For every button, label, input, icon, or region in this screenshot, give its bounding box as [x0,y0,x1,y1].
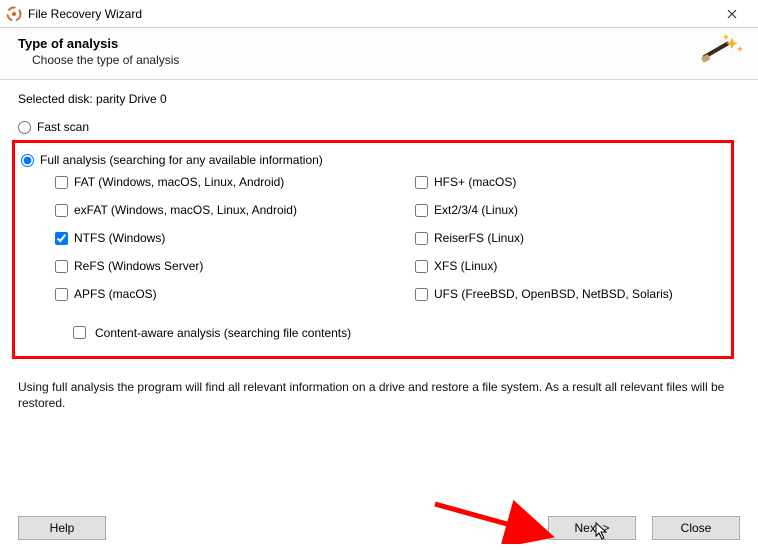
page-subtitle: Choose the type of analysis [32,53,740,67]
close-button[interactable]: Close [652,516,740,540]
app-icon [6,6,22,22]
fs-checkbox-xfs[interactable]: XFS (Linux) [415,259,715,273]
fs-checkbox-exfat-input[interactable] [55,204,68,217]
full-analysis-radio-input[interactable] [21,154,34,167]
fs-checkbox-ntfs[interactable]: NTFS (Windows) [55,231,415,245]
content-aware-checkbox-input[interactable] [73,326,86,339]
highlight-box: Full analysis (searching for any availab… [12,140,734,359]
fs-checkbox-fat[interactable]: FAT (Windows, macOS, Linux, Android) [55,175,415,189]
fs-checkbox-fat-input[interactable] [55,176,68,189]
selected-disk-label: Selected disk: parity Drive 0 [18,92,740,106]
window-close-button[interactable] [712,0,752,28]
fs-checkbox-refs[interactable]: ReFS (Windows Server) [55,259,415,273]
fs-checkbox-reiserfs-input[interactable] [415,232,428,245]
wizard-wand-icon [696,32,744,72]
analysis-description: Using full analysis the program will fin… [0,373,758,411]
fs-checkbox-ext[interactable]: Ext2/3/4 (Linux) [415,203,715,217]
fs-checkbox-hfsplus[interactable]: HFS+ (macOS) [415,175,715,189]
fast-scan-radio-input[interactable] [18,121,31,134]
fs-checkbox-apfs[interactable]: APFS (macOS) [55,287,415,301]
fs-checkbox-ext-input[interactable] [415,204,428,217]
wizard-footer: Help Next > Close [0,516,758,540]
help-button[interactable]: Help [18,516,106,540]
wizard-body: Selected disk: parity Drive 0 Fast scan … [0,80,758,373]
fs-checkbox-ufs-input[interactable] [415,288,428,301]
close-icon [727,9,737,19]
fs-checkbox-hfsplus-input[interactable] [415,176,428,189]
page-title: Type of analysis [18,36,740,51]
wizard-header: Type of analysis Choose the type of anal… [0,28,758,80]
full-analysis-label: Full analysis (searching for any availab… [40,153,323,167]
filesystem-grid: FAT (Windows, macOS, Linux, Android) HFS… [55,175,725,301]
fs-checkbox-ufs[interactable]: UFS (FreeBSD, OpenBSD, NetBSD, Solaris) [415,287,715,301]
fs-checkbox-refs-input[interactable] [55,260,68,273]
titlebar: File Recovery Wizard [0,0,758,28]
fs-checkbox-reiserfs[interactable]: ReiserFS (Linux) [415,231,715,245]
fast-scan-label: Fast scan [37,120,89,134]
fs-checkbox-ntfs-input[interactable] [55,232,68,245]
fs-checkbox-exfat[interactable]: exFAT (Windows, macOS, Linux, Android) [55,203,415,217]
fast-scan-radio[interactable]: Fast scan [18,120,740,134]
content-aware-checkbox[interactable]: Content-aware analysis (searching file c… [69,323,725,342]
fs-checkbox-xfs-input[interactable] [415,260,428,273]
fs-checkbox-apfs-input[interactable] [55,288,68,301]
full-analysis-radio[interactable]: Full analysis (searching for any availab… [21,153,725,167]
next-button[interactable]: Next > [548,516,636,540]
window-title: File Recovery Wizard [28,7,142,21]
